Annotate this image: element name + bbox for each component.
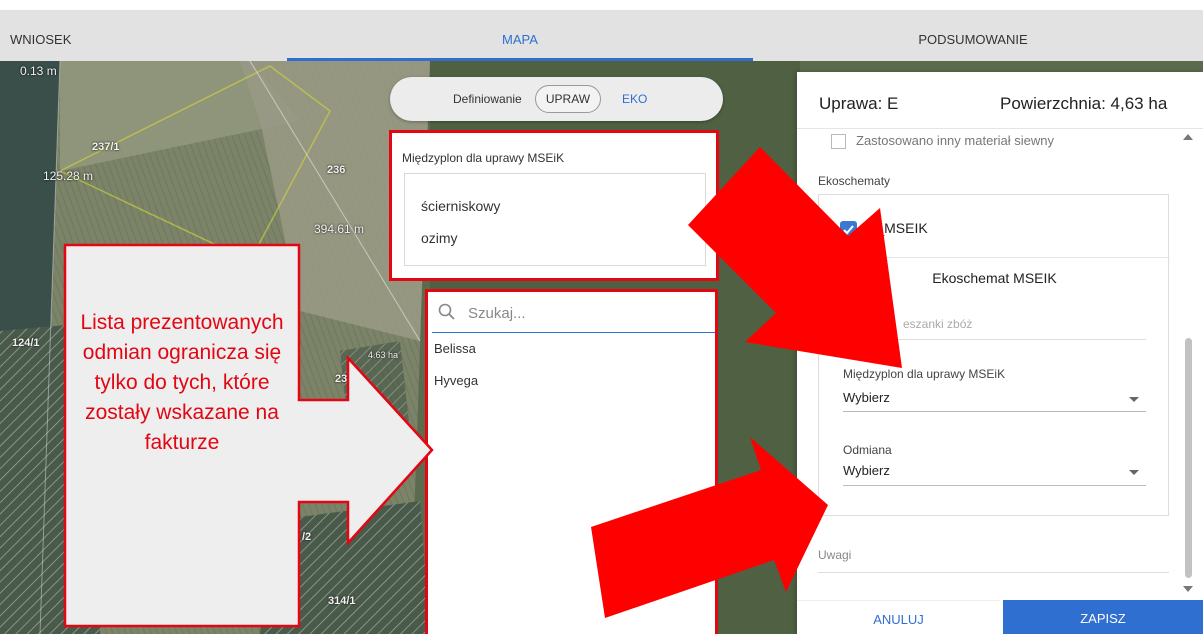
mixture-field-placeholder[interactable]: eszanki zbóż (903, 317, 972, 331)
catch-crop-select-label: Międzyplon dla uprawy MSEiK (843, 367, 1006, 381)
map-parcel-label: 237/2 (335, 373, 363, 385)
map-scale-label: 0.13 m (20, 64, 57, 78)
ekoschematy-label: Ekoschematy (818, 174, 891, 188)
divider (819, 257, 1170, 258)
map-distance-label: 125.28 m (43, 169, 94, 183)
notes-label[interactable]: Uwagi (818, 548, 851, 562)
panel-scrollbar[interactable] (1180, 128, 1196, 598)
ekoschemat-card: E_MSEIK Ekoschemat MSEIK eszanki zbóż Mi… (818, 194, 1170, 516)
variety-item-belissa[interactable]: Belissa (434, 341, 476, 356)
variety-search-input[interactable] (466, 299, 710, 327)
catch-crop-options-title: Międzyplon dla uprawy MSEiK (402, 151, 565, 165)
chevron-down-icon[interactable] (1129, 397, 1139, 402)
variety-select-label: Odmiana (843, 443, 892, 457)
catch-crop-options-list: ścierniskowy ozimy (404, 173, 706, 266)
save-button[interactable]: ZAPISZ (1003, 600, 1203, 634)
other-material-label: Zastosowano inny materiał siewny (856, 133, 1054, 148)
mode-switch-label: Definiowanie (453, 92, 522, 106)
other-material-checkbox[interactable] (831, 134, 846, 149)
crop-area: Powierzchnia: 4,63 ha (1000, 94, 1168, 113)
variety-search-box (432, 292, 715, 333)
scrollbar-thumb[interactable] (1185, 338, 1192, 578)
mixture-field-underline (843, 339, 1146, 340)
catch-crop-option-ozimy[interactable]: ozimy (421, 230, 458, 246)
catch-crop-select[interactable]: Wybierz (843, 390, 890, 405)
ekoschemat-checkbox[interactable] (840, 221, 857, 238)
crop-detail-panel: Zastosowano inny materiał siewny Ekosche… (797, 72, 1203, 634)
tab-mapa[interactable]: MAPA (287, 10, 753, 61)
search-icon (438, 303, 455, 320)
map-parcel-label: 314/1 (328, 595, 356, 607)
map-area-label: 4.63 ha (368, 350, 399, 360)
cancel-button[interactable]: ANULUJ (797, 600, 1000, 634)
callout-text: Lista prezentowanych odmian ogranicza si… (80, 311, 284, 454)
crop-title: Uprawa: E (819, 94, 899, 113)
variety-select[interactable]: Wybierz (843, 463, 890, 478)
catch-crop-options-panel: Międzyplon dla uprawy MSEiK ścierniskowy… (389, 130, 719, 281)
variety-select-underline (843, 485, 1146, 486)
checkmark-icon (843, 225, 854, 235)
tab-wniosek[interactable]: WNIOSEK (10, 10, 71, 61)
crop-detail-header: Uprawa: E Powierzchnia: 4,63 ha (797, 72, 1203, 129)
map-parcel-label: 236 (327, 164, 346, 176)
screen: 0.13 m 237/1 125.28 m 236 394.61 m 124/1… (0, 0, 1203, 634)
mode-option-eko[interactable]: EKO (622, 77, 647, 121)
catch-crop-option-scierniskowy[interactable]: ścierniskowy (421, 198, 500, 214)
catch-crop-select-underline (843, 411, 1146, 412)
ekoschemat-item-label: E_MSEIK (867, 220, 928, 236)
map-parcel-label: /2 (302, 531, 312, 543)
notes-underline (818, 572, 1169, 573)
chevron-down-icon[interactable] (1129, 470, 1139, 475)
variety-list-panel: Belissa Hyvega (425, 289, 718, 634)
ekoschemat-subtitle: Ekoschemat MSEIK (932, 270, 1057, 286)
mode-option-upraw[interactable]: UPRAW (535, 85, 601, 113)
active-tab-indicator (287, 58, 753, 61)
mode-switch: Definiowanie UPRAW EKO (390, 77, 723, 121)
map-parcel-label: 124/1 (12, 337, 40, 349)
tab-podsumowanie[interactable]: PODSUMOWANIE (753, 10, 1193, 61)
map-parcel-label: 237/1 (92, 141, 120, 153)
map-distance-label: 394.61 m (314, 222, 365, 236)
top-tab-bar: WNIOSEK MAPA PODSUMOWANIE (0, 10, 1203, 61)
variety-item-hyvega[interactable]: Hyvega (434, 373, 478, 388)
